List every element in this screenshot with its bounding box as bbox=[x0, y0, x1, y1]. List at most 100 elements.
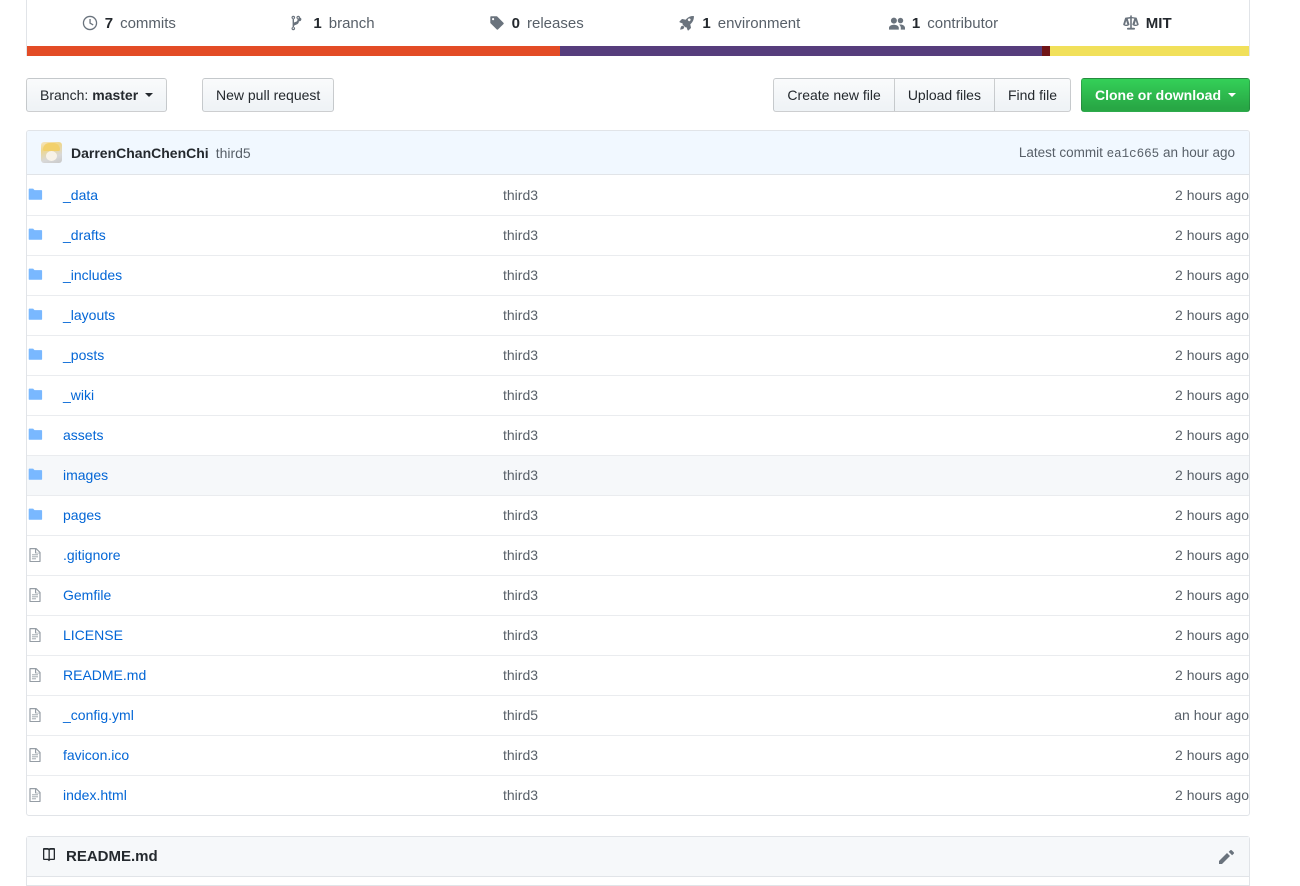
file-name-link[interactable]: _layouts bbox=[63, 307, 115, 323]
table-row[interactable]: _includes third3 2 hours ago bbox=[27, 255, 1249, 295]
table-row[interactable]: .gitignore third3 2 hours ago bbox=[27, 535, 1249, 575]
branch-prefix-label: Branch: bbox=[40, 87, 89, 103]
stat-branch[interactable]: 1 branch bbox=[231, 0, 435, 46]
commit-age-cell: 2 hours ago bbox=[1175, 507, 1249, 523]
file-icon bbox=[27, 655, 63, 695]
file-name-link[interactable]: _drafts bbox=[63, 227, 106, 243]
row-commit-message-link[interactable]: third3 bbox=[503, 787, 538, 803]
upload-files-button[interactable]: Upload files bbox=[893, 78, 995, 112]
row-commit-message-link[interactable]: third3 bbox=[503, 187, 538, 203]
table-row[interactable]: pages third3 2 hours ago bbox=[27, 495, 1249, 535]
stat-label: commits bbox=[120, 14, 176, 32]
commit-age-cell: 2 hours ago bbox=[1175, 347, 1249, 363]
file-name-link[interactable]: favicon.ico bbox=[63, 747, 129, 763]
language-segment-javascript bbox=[1049, 46, 1249, 56]
pencil-icon[interactable] bbox=[1219, 849, 1235, 865]
commit-sha-link[interactable]: ea1c665 bbox=[1107, 147, 1160, 161]
table-row[interactable]: _drafts third3 2 hours ago bbox=[27, 215, 1249, 255]
row-commit-message-link[interactable]: third3 bbox=[503, 747, 538, 763]
table-row[interactable]: LICENSE third3 2 hours ago bbox=[27, 615, 1249, 655]
file-name-link[interactable]: LICENSE bbox=[63, 627, 123, 643]
table-row[interactable]: favicon.ico third3 2 hours ago bbox=[27, 735, 1249, 775]
commit-age-cell: an hour ago bbox=[1174, 707, 1249, 723]
folder-icon bbox=[27, 375, 63, 415]
folder-icon bbox=[27, 495, 63, 535]
table-row[interactable]: _posts third3 2 hours ago bbox=[27, 335, 1249, 375]
create-new-file-button[interactable]: Create new file bbox=[773, 78, 895, 112]
row-commit-message-link[interactable]: third3 bbox=[503, 427, 538, 443]
commit-message-cell: third5 bbox=[503, 695, 923, 735]
chevron-down-icon bbox=[145, 93, 154, 97]
table-row[interactable]: _data third3 2 hours ago bbox=[27, 175, 1249, 215]
file-actions-button-group: Create new file Upload files Find file bbox=[773, 78, 1071, 112]
file-name-link[interactable]: _config.yml bbox=[63, 707, 134, 723]
stat-contributor[interactable]: 1 contributor bbox=[842, 0, 1046, 46]
row-commit-message-link[interactable]: third3 bbox=[503, 267, 538, 283]
file-name-link[interactable]: Gemfile bbox=[63, 587, 111, 603]
file-list-container: DarrenChanChenChi third5 Latest commit e… bbox=[26, 130, 1250, 816]
row-commit-message-link[interactable]: third3 bbox=[503, 667, 538, 683]
file-icon bbox=[27, 735, 63, 775]
commit-author-link[interactable]: DarrenChanChenChi bbox=[71, 145, 209, 161]
table-row[interactable]: images third3 2 hours ago bbox=[27, 455, 1249, 495]
row-commit-message-link[interactable]: third3 bbox=[503, 347, 538, 363]
table-row[interactable]: index.html third3 2 hours ago bbox=[27, 775, 1249, 815]
table-row[interactable]: _config.yml third5 an hour ago bbox=[27, 695, 1249, 735]
commit-message-cell: third3 bbox=[503, 495, 923, 535]
tag-icon bbox=[489, 15, 505, 31]
row-commit-message-link[interactable]: third3 bbox=[503, 227, 538, 243]
row-commit-message-link[interactable]: third3 bbox=[503, 587, 538, 603]
file-name-cell: .gitignore bbox=[63, 535, 503, 575]
file-name-link[interactable]: _data bbox=[63, 187, 98, 203]
commit-age-cell: 2 hours ago bbox=[1175, 627, 1249, 643]
table-row[interactable]: _layouts third3 2 hours ago bbox=[27, 295, 1249, 335]
stat-releases[interactable]: 0 releases bbox=[434, 0, 638, 46]
file-name-link[interactable]: _wiki bbox=[63, 387, 94, 403]
row-commit-message-link[interactable]: third3 bbox=[503, 307, 538, 323]
file-name-link[interactable]: images bbox=[63, 467, 108, 483]
file-name-link[interactable]: index.html bbox=[63, 787, 127, 803]
row-commit-message-link[interactable]: third3 bbox=[503, 507, 538, 523]
file-name-cell: _includes bbox=[63, 255, 503, 295]
file-name-link[interactable]: _includes bbox=[63, 267, 122, 283]
table-row[interactable]: assets third3 2 hours ago bbox=[27, 415, 1249, 455]
row-commit-message-link[interactable]: third3 bbox=[503, 547, 538, 563]
commit-age-cell: 2 hours ago bbox=[1175, 267, 1249, 283]
file-name-cell: images bbox=[63, 455, 503, 495]
new-pull-request-button[interactable]: New pull request bbox=[202, 78, 335, 112]
history-icon bbox=[82, 15, 98, 31]
find-file-button[interactable]: Find file bbox=[993, 78, 1071, 112]
file-table: _data third3 2 hours ago _drafts third3 2 hou… bbox=[27, 175, 1249, 815]
row-commit-message-link[interactable]: third3 bbox=[503, 627, 538, 643]
commit-message-link[interactable]: third5 bbox=[216, 145, 251, 161]
readme-header: README.md bbox=[27, 837, 1249, 877]
law-icon bbox=[1122, 15, 1139, 31]
file-icon bbox=[27, 615, 63, 655]
clone-or-download-button[interactable]: Clone or download bbox=[1081, 78, 1250, 112]
file-name-link[interactable]: assets bbox=[63, 427, 103, 443]
file-name-link[interactable]: _posts bbox=[63, 347, 104, 363]
folder-icon bbox=[27, 415, 63, 455]
table-row[interactable]: _wiki third3 2 hours ago bbox=[27, 375, 1249, 415]
rocket-icon bbox=[679, 15, 695, 31]
file-name-link[interactable]: .gitignore bbox=[63, 547, 121, 563]
latest-commit-label: Latest commit bbox=[1018, 144, 1103, 160]
stat-commits[interactable]: 7 commits bbox=[27, 0, 231, 46]
stat-label: releases bbox=[527, 14, 584, 32]
file-name-link[interactable]: README.md bbox=[63, 667, 146, 683]
stat-count: 0 bbox=[511, 14, 520, 32]
row-commit-message-link[interactable]: third3 bbox=[503, 387, 538, 403]
commit-message-cell: third3 bbox=[503, 175, 923, 215]
file-name-cell: _wiki bbox=[63, 375, 503, 415]
stat-MIT[interactable]: MIT bbox=[1045, 0, 1249, 46]
stat-count: 1 bbox=[911, 14, 921, 32]
row-commit-message-link[interactable]: third3 bbox=[503, 467, 538, 483]
file-name-link[interactable]: pages bbox=[63, 507, 101, 523]
branch-selector-button[interactable]: Branch: master bbox=[26, 78, 168, 112]
table-row[interactable]: README.md third3 2 hours ago bbox=[27, 655, 1249, 695]
file-icon bbox=[27, 535, 63, 575]
stat-environment[interactable]: 1 environment bbox=[638, 0, 842, 46]
row-commit-message-link[interactable]: third5 bbox=[503, 707, 538, 723]
language-color-bar bbox=[26, 46, 1250, 56]
table-row[interactable]: Gemfile third3 2 hours ago bbox=[27, 575, 1249, 615]
